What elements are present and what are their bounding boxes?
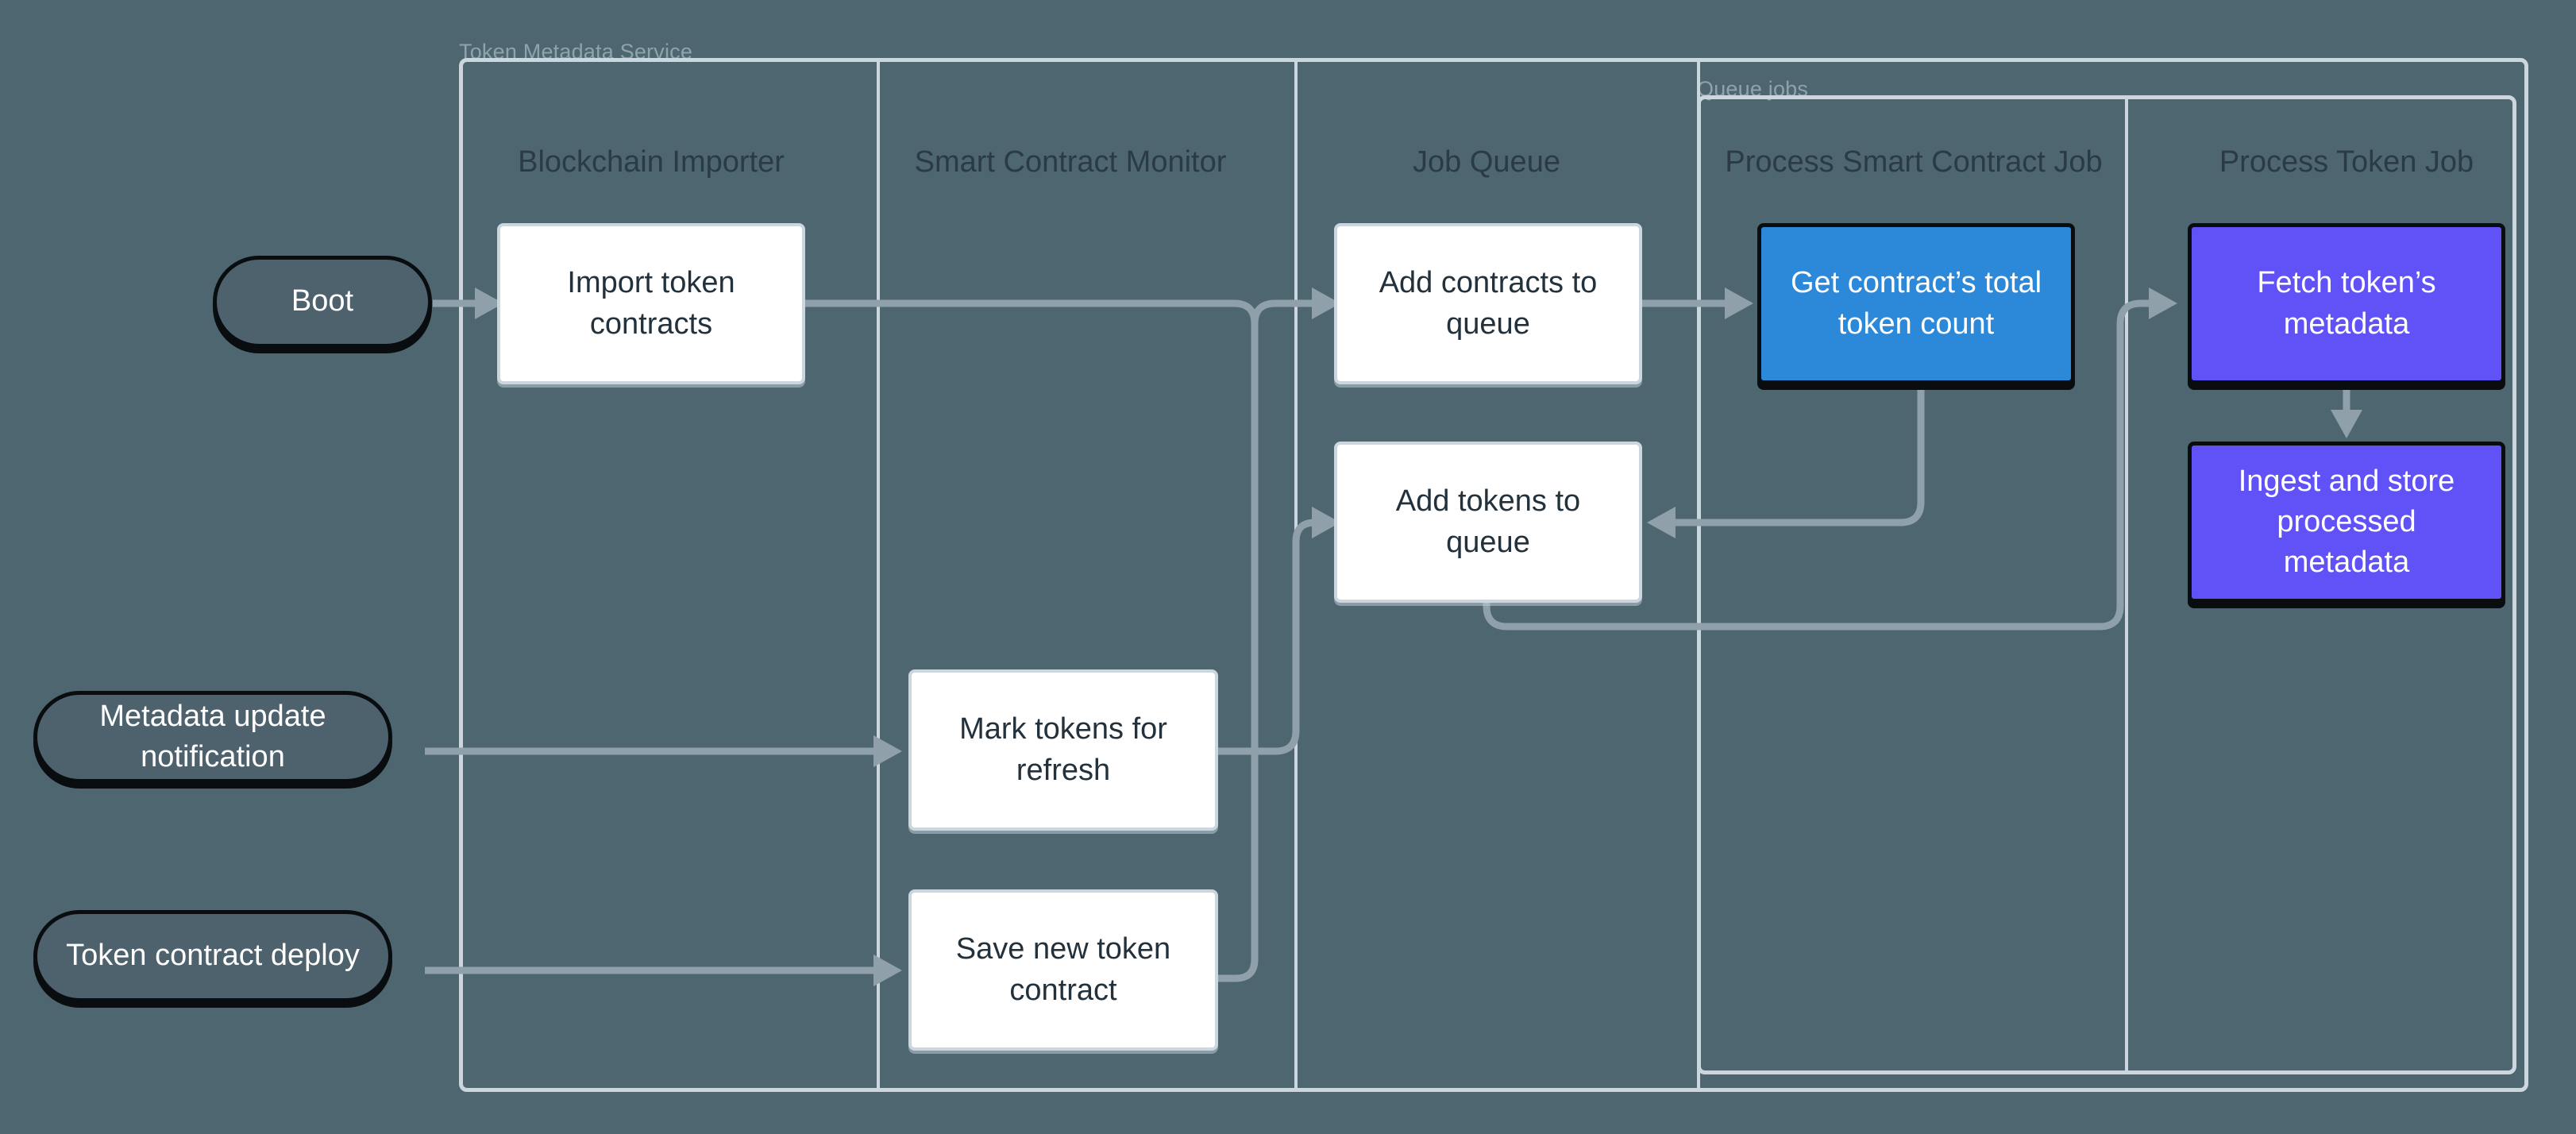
node-save-new-token-contract-label: Save new token contract <box>955 932 1171 1007</box>
node-ingest-store-metadata[interactable]: Ingest and store processed metadata <box>2188 442 2505 603</box>
node-fetch-token-metadata[interactable]: Fetch token’s metadata <box>2188 223 2505 384</box>
lane-divider-3 <box>1697 58 1700 1092</box>
node-fetch-token-metadata-label: Fetch token’s metadata <box>2257 266 2436 341</box>
node-metadata-update-notification-label: Metadata update notification <box>99 699 326 773</box>
node-get-contract-token-count-label: Get contract’s total token count <box>1790 266 2042 341</box>
node-add-tokens-to-queue-label: Add tokens to queue <box>1395 484 1581 559</box>
lane-title-job-queue: Job Queue <box>1413 145 1560 179</box>
diagram-canvas: Token Metadata Service Queue jobs Blockc… <box>0 0 2576 1134</box>
lane-divider-1 <box>877 58 880 1092</box>
lane-title-smart-contract-monitor: Smart Contract Monitor <box>914 145 1227 179</box>
node-ingest-store-metadata-label: Ingest and store processed metadata <box>2238 464 2455 580</box>
node-save-new-token-contract[interactable]: Save new token contract <box>908 889 1218 1051</box>
lane-title-process-token-job: Process Token Job <box>2219 145 2474 179</box>
lane-divider-4 <box>2125 95 2128 1074</box>
lane-title-blockchain-importer: Blockchain Importer <box>518 145 785 179</box>
node-metadata-update-notification[interactable]: Metadata update notification <box>33 691 392 783</box>
node-get-contract-token-count[interactable]: Get contract’s total token count <box>1757 223 2075 384</box>
node-mark-tokens-for-refresh-label: Mark tokens for refresh <box>959 712 1167 787</box>
node-import-token-contracts[interactable]: Import token contracts <box>497 223 805 384</box>
node-token-contract-deploy[interactable]: Token contract deploy <box>33 910 392 1002</box>
node-add-contracts-to-queue[interactable]: Add contracts to queue <box>1334 223 1642 384</box>
node-add-contracts-to-queue-label: Add contracts to queue <box>1379 266 1598 341</box>
node-add-tokens-to-queue[interactable]: Add tokens to queue <box>1334 442 1642 603</box>
node-token-contract-deploy-label: Token contract deploy <box>66 939 360 973</box>
node-boot-label: Boot <box>291 284 354 318</box>
node-mark-tokens-for-refresh[interactable]: Mark tokens for refresh <box>908 669 1218 831</box>
lane-title-process-smart-contract-job: Process Smart Contract Job <box>1725 145 2103 179</box>
node-import-token-contracts-label: Import token contracts <box>567 266 735 341</box>
node-boot[interactable]: Boot <box>213 256 432 348</box>
lane-divider-2 <box>1294 58 1298 1092</box>
